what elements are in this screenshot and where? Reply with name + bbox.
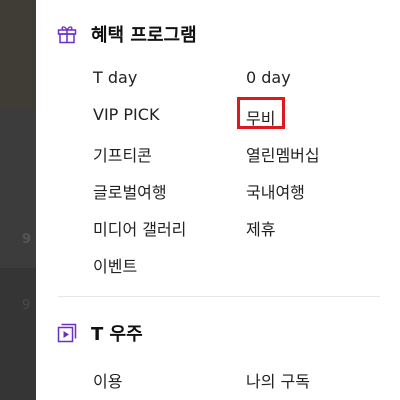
background-text-fragment: 9: [22, 232, 32, 247]
menu-item-gifticon[interactable]: 기프티콘: [93, 142, 152, 166]
menu-item-media-gallery[interactable]: 미디어 갤러리: [93, 216, 186, 240]
background-banner: [0, 0, 36, 110]
section-divider: [58, 296, 380, 297]
menu-item-event[interactable]: 이벤트: [93, 253, 137, 277]
menu-item-usage[interactable]: 이용: [93, 368, 122, 392]
benefit-section-header: 혜택 프로그램: [57, 21, 197, 47]
screen: 9 9 혜택 프로그램 T day 0 day VIP PICK 무비 기프티콘…: [0, 0, 400, 400]
menu-item-movie[interactable]: 무비: [246, 105, 275, 129]
menu-item-partnership[interactable]: 제휴: [246, 216, 275, 240]
menu-item-domestic-travel[interactable]: 국내여행: [246, 179, 305, 203]
tuniverse-section-header: T 우주: [57, 320, 143, 346]
menu-item-0day[interactable]: 0 day: [246, 68, 291, 87]
menu-panel: 혜택 프로그램 T day 0 day VIP PICK 무비 기프티콘 열린멤…: [36, 0, 400, 400]
menu-item-my-subscriptions[interactable]: 나의 구독: [246, 368, 310, 392]
section-title: 혜택 프로그램: [91, 25, 197, 46]
background-card: [0, 268, 36, 400]
menu-item-global-travel[interactable]: 글로벌여행: [93, 179, 167, 203]
media-play-icon: [57, 323, 77, 343]
menu-item-open-membership[interactable]: 열린멤버십: [246, 142, 320, 166]
menu-item-vip-pick[interactable]: VIP PICK: [93, 105, 159, 124]
gift-icon: [57, 24, 77, 44]
menu-item-tday[interactable]: T day: [93, 68, 137, 87]
section-title: T 우주: [91, 324, 143, 345]
background-text-fragment: 9: [22, 298, 31, 313]
